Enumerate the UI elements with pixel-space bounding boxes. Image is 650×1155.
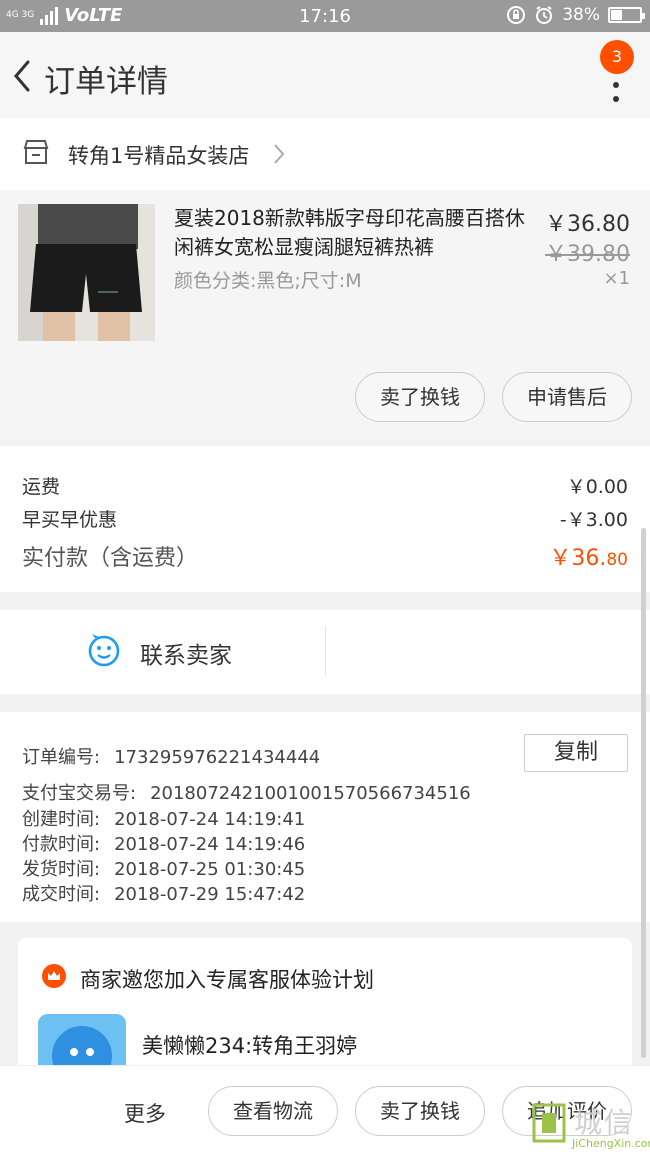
site-watermark: 城信 JiChengXin.com <box>528 1099 650 1155</box>
contact-seller-button[interactable]: 联系卖家 <box>140 636 232 670</box>
chat-bubble-icon <box>88 634 120 667</box>
divider <box>325 626 326 676</box>
back-icon[interactable] <box>8 56 36 96</box>
product-quantity: ×1 <box>603 268 630 289</box>
order-info: 订单编号: 173295976221434444 复制 支付宝交易号: 201807… <box>0 712 650 922</box>
page-title: 订单详情 <box>44 64 168 100</box>
shop-name: 转角1号精品女装店 <box>68 144 250 168</box>
more-menu-icon[interactable] <box>612 68 620 108</box>
watermark-logo-icon <box>532 1103 566 1143</box>
product-photo <box>18 204 155 341</box>
shipped-time-row: 发货时间: 2018-07-25 01:30:45 <box>22 855 305 881</box>
sell-for-cash-button[interactable]: 卖了换钱 <box>355 372 485 422</box>
shipped-time-label: 发货时间: <box>22 859 101 880</box>
status-right: 38% <box>506 5 645 25</box>
service-invite-card[interactable]: 商家邀您加入专属客服体验计划 美懒懒234:转角王羽婷 <box>18 938 632 1078</box>
discount-label: 早买早优惠 <box>22 509 118 531</box>
total-label: 实付款（含运费） <box>22 546 199 571</box>
alarm-icon <box>536 6 553 24</box>
chevron-right-icon <box>274 144 285 164</box>
product-image[interactable] <box>18 204 155 341</box>
after-sale-button[interactable]: 申请售后 <box>502 372 632 422</box>
completed-time-row: 成交时间: 2018-07-29 15:47:42 <box>22 880 305 906</box>
paid-time-label: 付款时间: <box>22 834 101 855</box>
shipping-value: ￥0.00 <box>566 476 628 498</box>
discount-row: 早买早优惠 -￥3.00 <box>22 505 628 532</box>
service-name: 美懒懒234:转角王羽婷 <box>142 1034 358 1058</box>
order-number-row: 订单编号: 173295976221434444 <box>22 743 320 769</box>
shipped-time-value: 2018-07-25 01:30:45 <box>114 859 306 880</box>
order-number-label: 订单编号: <box>22 747 101 768</box>
message-badge[interactable]: 3 <box>600 40 634 74</box>
shipping-row: 运费 ￥0.00 <box>22 472 628 499</box>
fee-summary: 运费 ￥0.00 早买早优惠 -￥3.00 实付款（含运费） ￥36.80 <box>0 446 650 592</box>
paid-time-value: 2018-07-24 14:19:46 <box>114 834 306 855</box>
product-name[interactable]: 夏装2018新款韩版字母印花高腰百搭休闲裤女宽松显瘦阔腿短裤热裤 <box>174 204 534 262</box>
product-sku: 颜色分类:黑色;尺寸:M <box>174 270 362 292</box>
discount-value: -￥3.00 <box>559 509 628 531</box>
alipay-number-label: 支付宝交易号: <box>22 783 137 804</box>
battery-icon <box>608 7 645 23</box>
more-button[interactable]: 更多 <box>124 1098 166 1128</box>
sell-button[interactable]: 卖了换钱 <box>355 1086 485 1136</box>
product-price: ￥36.80 <box>545 212 630 237</box>
created-time-label: 创建时间: <box>22 809 101 830</box>
paid-time-row: 付款时间: 2018-07-24 14:19:46 <box>22 830 305 856</box>
shop-row[interactable]: 转角1号精品女装店 <box>0 118 650 190</box>
nav-bar: 订单详情 3 <box>0 32 650 118</box>
created-time-value: 2018-07-24 14:19:41 <box>114 809 306 830</box>
completed-time-label: 成交时间: <box>22 884 101 905</box>
copy-button[interactable]: 复制 <box>524 734 628 772</box>
status-bar: 4G 3G VoLTE 17:16 38% <box>0 0 650 32</box>
alipay-number-value: 2018072421001001570566734516 <box>150 783 471 804</box>
order-number-value: 173295976221434444 <box>114 747 321 768</box>
shop-icon <box>23 140 49 164</box>
shipping-label: 运费 <box>22 476 61 498</box>
crown-icon <box>42 964 66 988</box>
total-value-main: ￥36. <box>549 546 607 571</box>
watermark-url: JiChengXin.com <box>572 1137 650 1150</box>
invite-title: 商家邀您加入专属客服体验计划 <box>80 968 374 992</box>
created-time-row: 创建时间: 2018-07-24 14:19:41 <box>22 805 305 831</box>
alipay-number-row: 支付宝交易号: 2018072421001001570566734516 <box>22 779 471 805</box>
completed-time-value: 2018-07-29 15:47:42 <box>114 884 306 905</box>
battery-percent: 38% <box>562 5 600 25</box>
total-row: 实付款（含运费） ￥36.80 <box>22 540 628 572</box>
scrollbar[interactable] <box>641 528 646 1058</box>
battery-fill <box>611 10 622 20</box>
product-original-price: ￥39.80 <box>545 242 630 267</box>
rotation-lock-icon <box>507 6 526 24</box>
total-value: ￥36.80 <box>549 540 628 572</box>
watermark-text: 城信 <box>574 1106 635 1139</box>
view-logistics-button[interactable]: 查看物流 <box>208 1086 338 1136</box>
contact-seller-bar: 联系卖家 <box>0 610 650 694</box>
goods-item[interactable]: 夏装2018新款韩版字母印花高腰百搭休闲裤女宽松显瘦阔腿短裤热裤 颜色分类:黑色… <box>0 190 650 440</box>
total-value-cents: 80 <box>606 550 628 570</box>
